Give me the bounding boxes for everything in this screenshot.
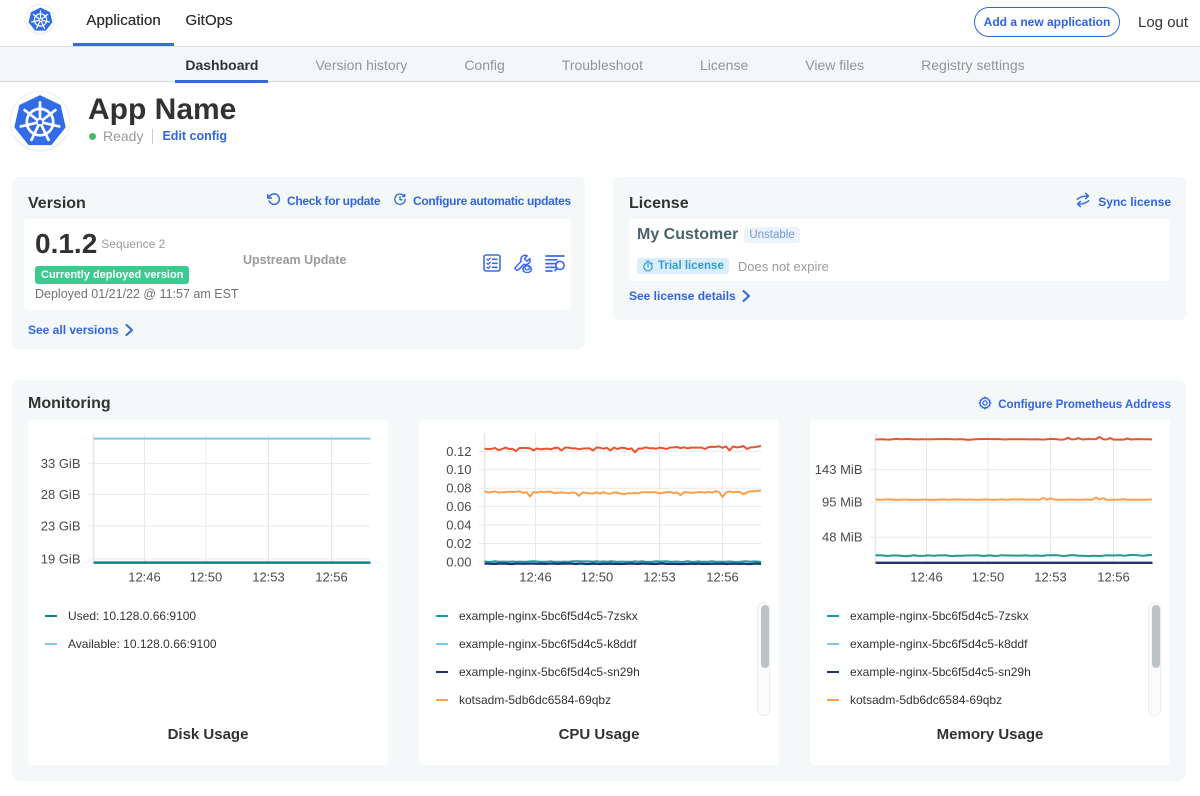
svg-text:12:50: 12:50 xyxy=(581,570,614,585)
svg-text:12:56: 12:56 xyxy=(315,570,348,585)
svg-text:0.00: 0.00 xyxy=(446,555,471,570)
svg-text:12:56: 12:56 xyxy=(1097,570,1130,585)
svg-text:19 GiB: 19 GiB xyxy=(41,551,81,566)
svg-text:28 GiB: 28 GiB xyxy=(41,487,81,502)
svg-text:48 MiB: 48 MiB xyxy=(822,530,862,545)
svg-text:12:56: 12:56 xyxy=(706,570,739,585)
svg-text:12:50: 12:50 xyxy=(972,570,1005,585)
svg-text:143 MiB: 143 MiB xyxy=(815,462,863,477)
svg-text:12:46: 12:46 xyxy=(128,570,161,585)
svg-text:12:50: 12:50 xyxy=(190,570,223,585)
svg-text:0.12: 0.12 xyxy=(446,444,471,459)
svg-text:0.06: 0.06 xyxy=(446,499,471,514)
svg-text:0.02: 0.02 xyxy=(446,536,471,551)
svg-text:0.10: 0.10 xyxy=(446,462,471,477)
svg-text:0.04: 0.04 xyxy=(446,518,471,533)
svg-text:95 MiB: 95 MiB xyxy=(822,495,862,510)
svg-text:12:46: 12:46 xyxy=(519,570,552,585)
svg-text:12:53: 12:53 xyxy=(252,570,285,585)
svg-text:33 GiB: 33 GiB xyxy=(41,456,81,471)
svg-text:12:53: 12:53 xyxy=(1034,570,1067,585)
svg-text:0.08: 0.08 xyxy=(446,481,471,496)
svg-text:12:46: 12:46 xyxy=(910,570,943,585)
svg-text:12:53: 12:53 xyxy=(643,570,676,585)
svg-text:23 GiB: 23 GiB xyxy=(41,519,81,534)
